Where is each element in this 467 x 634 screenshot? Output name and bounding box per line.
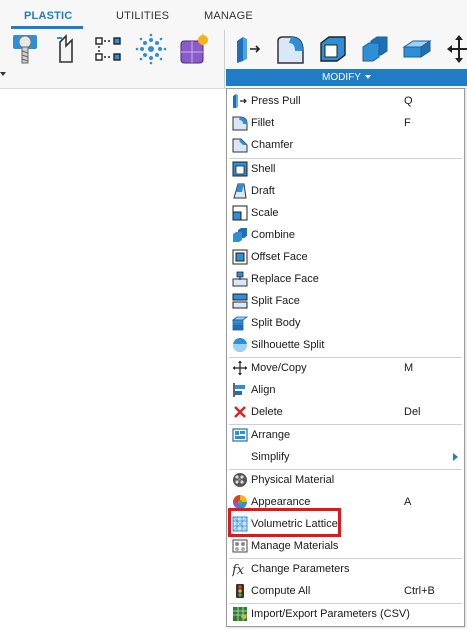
menu-item-label: Simplify — [251, 451, 290, 463]
menu-item-label: Press Pull — [251, 95, 301, 107]
menu-item-label: Compute All — [251, 585, 311, 597]
menu-item-label: Change Parameters — [251, 563, 350, 575]
fillet-icon — [232, 115, 248, 131]
menu-item-combine[interactable]: Combine — [227, 224, 464, 246]
shortcut-label: Q — [404, 95, 413, 107]
menu-item-label: Scale — [251, 207, 279, 219]
menu-item-draft[interactable]: Draft — [227, 180, 464, 202]
svg-text:fx: fx — [232, 563, 245, 577]
chevron-down-icon[interactable] — [0, 72, 6, 76]
menu-item-compute-all[interactable]: Compute All Ctrl+B — [227, 580, 464, 602]
shortcut-label: F — [404, 117, 411, 129]
shell-icon — [232, 161, 248, 177]
shortcut-label: Del — [404, 406, 421, 418]
compute-all-icon — [232, 583, 248, 599]
menu-item-label: Shell — [251, 163, 276, 175]
move-copy-icon — [232, 360, 248, 376]
fillet-icon[interactable] — [274, 32, 308, 66]
menu-item-fillet[interactable]: Fillet F — [227, 112, 464, 134]
menu-item-change-parameters[interactable]: fx Change Parameters — [227, 558, 464, 580]
split-face-icon — [232, 293, 248, 309]
menu-item-label: Replace Face — [251, 273, 319, 285]
modify-dropdown-button[interactable]: MODIFY — [226, 69, 467, 86]
shortcut-label: Ctrl+B — [404, 585, 435, 597]
press-pull-icon[interactable] — [232, 32, 266, 66]
rest-icon[interactable] — [92, 32, 126, 66]
menu-item-align[interactable]: Align — [227, 379, 464, 401]
highlight-box — [228, 508, 341, 537]
menu-item-simplify[interactable]: Simplify — [227, 446, 464, 468]
menu-item-move-copy[interactable]: Move/Copy M — [227, 357, 464, 379]
menu-item-label: Appearance — [251, 496, 311, 508]
manage-materials-icon — [232, 538, 248, 554]
move-icon[interactable] — [442, 32, 467, 66]
draft-icon — [232, 183, 248, 199]
menu-item-label: Move/Copy — [251, 362, 307, 374]
menu-item-label: Split Face — [251, 295, 300, 307]
screw-boss-icon[interactable] — [8, 32, 42, 66]
tab-plastic[interactable]: PLASTIC — [24, 10, 72, 22]
modify-label: MODIFY — [322, 72, 361, 83]
menu-item-silhouette-split[interactable]: Silhouette Split — [227, 334, 464, 356]
active-tab-indicator — [11, 26, 83, 29]
menu-item-label: Delete — [251, 406, 283, 418]
align-icon — [232, 382, 248, 398]
shortcut-label: M — [404, 362, 414, 374]
menu-item-label: Chamfer — [251, 139, 294, 151]
menu-item-split-body[interactable]: Split Body — [227, 312, 464, 334]
menu-item-label: Combine — [251, 229, 296, 241]
rule-fillet-icon[interactable] — [176, 32, 210, 66]
chamfer-icon — [232, 137, 248, 153]
snap-fit-icon[interactable] — [50, 32, 84, 66]
split-body-icon — [232, 315, 248, 331]
menu-item-label: Manage Materials — [251, 540, 339, 552]
offset-face-icon[interactable] — [400, 32, 434, 66]
menu-item-delete[interactable]: Delete Del — [227, 401, 464, 423]
scale-icon — [232, 205, 248, 221]
chevron-down-icon — [364, 75, 371, 80]
menu-item-label: Fillet — [251, 117, 275, 129]
press-pull-icon — [232, 93, 248, 109]
menu-item-offset-face[interactable]: Offset Face — [227, 246, 464, 268]
menu-item-label: Split Body — [251, 317, 301, 329]
menu-item-label: Arrange — [251, 429, 291, 441]
tab-manage[interactable]: MANAGE — [204, 10, 253, 22]
menu-item-split-face[interactable]: Split Face — [227, 290, 464, 312]
replace-face-icon — [232, 271, 248, 287]
menu-item-physical-material[interactable]: Physical Material — [227, 469, 464, 491]
combine-icon[interactable] — [358, 32, 392, 66]
change-parameters-icon: fx — [232, 561, 248, 577]
offset-face-icon — [232, 249, 248, 265]
menu-item-arrange[interactable]: Arrange — [227, 424, 464, 446]
menu-item-label: Draft — [251, 185, 275, 197]
menu-item-import-export-parameters[interactable]: Import/Export Parameters (CSV) — [227, 603, 464, 625]
tab-utilities[interactable]: UTILITIES — [116, 10, 169, 22]
chevron-right-icon — [453, 453, 458, 461]
menu-item-scale[interactable]: Scale — [227, 202, 464, 224]
lip-icon[interactable] — [134, 32, 168, 66]
menu-item-manage-materials[interactable]: Manage Materials — [227, 535, 464, 557]
import-export-parameters-icon — [232, 606, 248, 622]
menu-item-label: Silhouette Split — [251, 339, 325, 351]
menu-item-replace-face[interactable]: Replace Face — [227, 268, 464, 290]
menu-item-label: Offset Face — [251, 251, 308, 263]
menu-item-shell[interactable]: Shell — [227, 158, 464, 180]
physical-material-icon — [232, 472, 248, 488]
silhouette-split-icon — [232, 337, 248, 353]
arrange-icon — [232, 427, 248, 443]
ribbon-divider — [224, 30, 225, 88]
modify-menu: Press Pull Q Fillet F Chamfer Shell Draf… — [226, 88, 465, 627]
combine-icon — [232, 227, 248, 243]
menu-item-label: Physical Material — [251, 474, 335, 486]
menu-item-press-pull[interactable]: Press Pull Q — [227, 90, 464, 112]
menu-item-chamfer[interactable]: Chamfer — [227, 134, 464, 156]
shortcut-label: A — [404, 496, 412, 508]
menu-item-label: Align — [251, 384, 276, 396]
menu-item-label: Import/Export Parameters (CSV) — [251, 608, 410, 620]
shell-icon[interactable] — [316, 32, 350, 66]
delete-icon — [232, 404, 248, 420]
